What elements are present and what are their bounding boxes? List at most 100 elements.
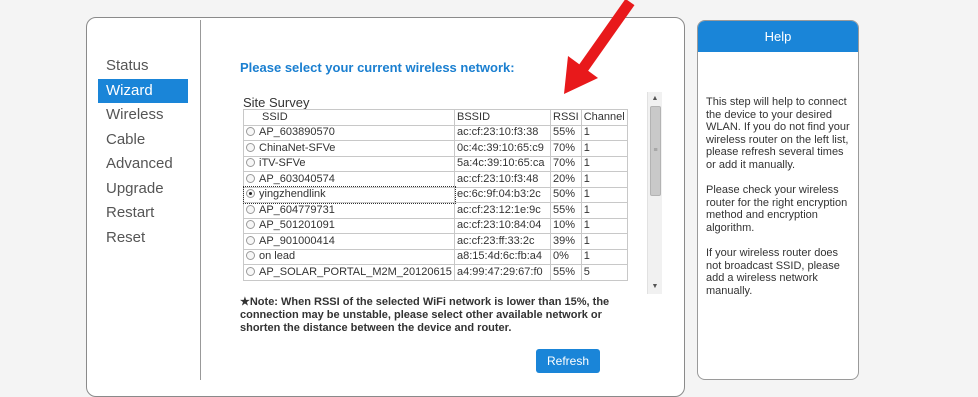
help-title: Help xyxy=(698,21,858,52)
channel-cell: 1 xyxy=(580,155,628,172)
rssi-cell: 55% xyxy=(550,264,582,281)
network-radio[interactable] xyxy=(246,204,255,214)
channel-cell: 1 xyxy=(580,233,628,250)
scroll-up-icon[interactable]: ▲ xyxy=(648,92,662,106)
ssid-cell[interactable]: AP_603890570 xyxy=(243,124,455,141)
rssi-cell: 55% xyxy=(550,124,582,141)
table-header-row: SSID BSSID RSSI Channel xyxy=(243,109,628,126)
rssi-cell: 70% xyxy=(550,140,582,157)
channel-cell: 1 xyxy=(580,171,628,188)
nav-item-advanced[interactable]: Advanced xyxy=(106,152,196,177)
ssid-cell[interactable]: ChinaNet-SFVe xyxy=(243,140,455,157)
ssid-label: on lead xyxy=(259,250,296,263)
bssid-cell: ac:cf:23:12:1e:9c xyxy=(454,202,551,219)
bssid-cell: ac:cf:23:ff:33:2c xyxy=(454,233,551,250)
ssid-label: AP_501201091 xyxy=(259,219,335,232)
refresh-button[interactable]: Refresh xyxy=(536,349,600,373)
network-radio[interactable] xyxy=(246,142,255,152)
nav-item-cable[interactable]: Cable xyxy=(106,128,196,153)
table-row[interactable]: AP_901000414 ac:cf:23:ff:33:2c 39% 1 xyxy=(243,233,628,250)
site-survey: Site Survey SSID BSSID RSSI Channel AP_6… xyxy=(242,96,631,292)
rssi-cell: 70% xyxy=(550,155,582,172)
network-radio[interactable] xyxy=(246,251,255,261)
nav-item-wireless[interactable]: Wireless xyxy=(106,103,196,128)
page-title: Please select your current wireless netw… xyxy=(240,60,515,75)
column-header-rssi: RSSI xyxy=(550,109,582,126)
ssid-cell[interactable]: on lead xyxy=(243,248,455,265)
help-body: This step will help to connect the devic… xyxy=(698,52,858,297)
channel-cell: 5 xyxy=(580,264,628,281)
table-row[interactable]: iTV-SFVe 5a:4c:39:10:65:ca 70% 1 xyxy=(243,155,628,172)
bssid-cell: ac:cf:23:10:84:04 xyxy=(454,217,551,234)
ssid-label: yingzhendlink xyxy=(259,188,326,201)
ssid-cell[interactable]: AP_604779731 xyxy=(243,202,455,219)
table-row[interactable]: ChinaNet-SFVe 0c:4c:39:10:65:c9 70% 1 xyxy=(243,140,628,157)
help-paragraph: If your wireless router does not broadca… xyxy=(706,247,840,297)
ssid-cell[interactable]: iTV-SFVe xyxy=(243,155,455,172)
ssid-cell[interactable]: AP_SOLAR_PORTAL_M2M_20120615 xyxy=(243,264,455,281)
table-scrollbar[interactable]: ▲ ≡ ▼ xyxy=(647,92,662,294)
network-radio[interactable] xyxy=(246,189,255,199)
column-header-bssid: BSSID xyxy=(454,109,551,126)
ssid-label: iTV-SFVe xyxy=(259,157,306,170)
help-paragraph: Please check your wireless router for th… xyxy=(706,184,848,234)
bssid-cell: 0c:4c:39:10:65:c9 xyxy=(454,140,551,157)
bssid-cell: ac:cf:23:10:f3:38 xyxy=(454,124,551,141)
ssid-label: AP_603040574 xyxy=(259,172,335,185)
ssid-cell[interactable]: AP_501201091 xyxy=(243,217,455,234)
table-row[interactable]: AP_603040574 ac:cf:23:10:f3:48 20% 1 xyxy=(243,171,628,188)
divider xyxy=(200,20,201,380)
ssid-label: AP_604779731 xyxy=(259,203,335,216)
network-radio[interactable] xyxy=(246,173,255,183)
network-radio[interactable] xyxy=(246,220,255,230)
ssid-label: AP_901000414 xyxy=(259,234,335,247)
nav-item-wizard[interactable]: Wizard xyxy=(98,78,188,103)
rssi-cell: 20% xyxy=(550,171,582,188)
table-row[interactable]: AP_604779731 ac:cf:23:12:1e:9c 55% 1 xyxy=(243,202,628,219)
network-radio[interactable] xyxy=(246,266,255,276)
table-row[interactable]: AP_SOLAR_PORTAL_M2M_20120615 a4:99:47:29:… xyxy=(243,264,628,281)
ssid-label: ChinaNet-SFVe xyxy=(259,141,336,154)
ssid-label: AP_603890570 xyxy=(259,126,335,139)
rssi-cell: 10% xyxy=(550,217,582,234)
nav-item-status[interactable]: Status xyxy=(106,54,196,79)
nav-item-restart[interactable]: Restart xyxy=(106,201,196,226)
channel-cell: 1 xyxy=(580,217,628,234)
rssi-note: ★Note: When RSSI of the selected WiFi ne… xyxy=(240,296,610,334)
channel-cell: 1 xyxy=(580,248,628,265)
bssid-cell: 5a:4c:39:10:65:ca xyxy=(454,155,551,172)
column-header-ssid: SSID xyxy=(243,109,455,126)
column-header-channel: Channel xyxy=(580,109,628,126)
network-radio[interactable] xyxy=(246,158,255,168)
table-row[interactable]: yingzhendlink ec:6c:9f:04:b3:2c 50% 1 xyxy=(242,186,628,204)
network-radio[interactable] xyxy=(246,127,255,137)
nav-item-upgrade[interactable]: Upgrade xyxy=(106,177,196,202)
help-panel: Help This step will help to connect the … xyxy=(697,20,859,380)
table-row[interactable]: AP_501201091 ac:cf:23:10:84:04 10% 1 xyxy=(243,217,628,234)
bssid-cell: ac:cf:23:10:f3:48 xyxy=(454,171,551,188)
ssid-cell[interactable]: AP_901000414 xyxy=(243,233,455,250)
bssid-cell: a8:15:4d:6c:fb:a4 xyxy=(454,248,551,265)
channel-cell: 1 xyxy=(580,124,628,141)
table-row[interactable]: on lead a8:15:4d:6c:fb:a4 0% 1 xyxy=(243,248,628,265)
scroll-down-icon[interactable]: ▼ xyxy=(648,280,662,294)
nav-item-reset[interactable]: Reset xyxy=(106,226,196,251)
ssid-cell[interactable]: yingzhendlink xyxy=(242,186,456,204)
ssid-label: AP_SOLAR_PORTAL_M2M_20120615 xyxy=(259,265,452,278)
rssi-cell: 39% xyxy=(550,233,582,250)
table-row[interactable]: AP_603890570 ac:cf:23:10:f3:38 55% 1 xyxy=(243,124,628,141)
bssid-cell: a4:99:47:29:67:f0 xyxy=(454,264,551,281)
rssi-cell: 50% xyxy=(550,186,582,203)
bssid-cell: ec:6c:9f:04:b3:2c xyxy=(454,186,551,203)
sidebar-nav: Status Wizard Wireless Cable Advanced Up… xyxy=(98,54,196,251)
scroll-thumb[interactable]: ≡ xyxy=(650,106,661,196)
channel-cell: 1 xyxy=(580,140,628,157)
network-radio[interactable] xyxy=(246,235,255,245)
network-table: SSID BSSID RSSI Channel AP_603890570 ac:c… xyxy=(242,109,628,281)
channel-cell: 1 xyxy=(580,186,628,203)
red-arrow-icon xyxy=(564,0,635,94)
help-paragraph: This step will help to connect the devic… xyxy=(706,96,850,171)
ssid-cell[interactable]: AP_603040574 xyxy=(243,171,455,188)
grip-icon: ≡ xyxy=(653,147,658,154)
rssi-cell: 0% xyxy=(550,248,582,265)
